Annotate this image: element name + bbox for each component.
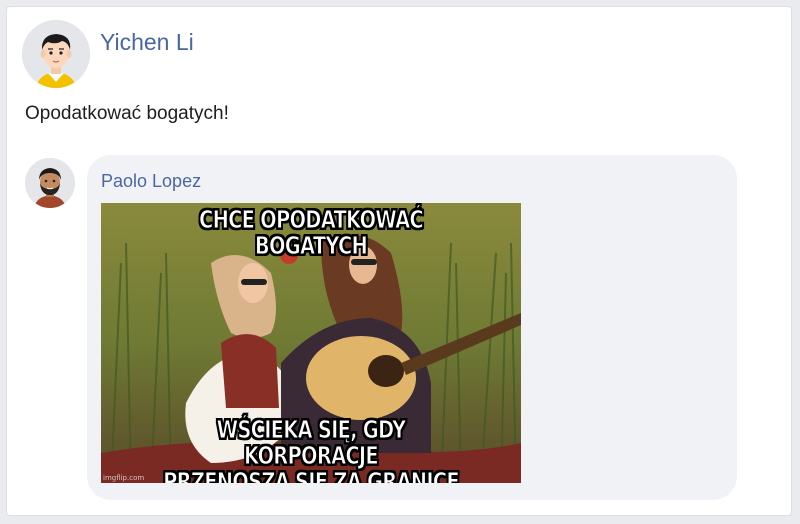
post-author-name[interactable]: Yichen Li [100, 29, 194, 56]
comment-bubble: Paolo Lopez CHCE OPODATKOWAĆ BOGATYCH WŚ… [87, 155, 737, 500]
meme-bottom-caption: WŚCIEKA SIĘ, GDY KORPORACJE PRZENOSZĄ SI… [147, 415, 475, 483]
meme-bottom-caption-line1: WŚCIEKA SIĘ, GDY KORPORACJE [216, 415, 406, 470]
post-text: Opodatkować bogatych! [25, 103, 229, 124]
meme-bottom-caption-line2: PRZENOSZĄ SIĘ ZA GRANICĘ [163, 467, 460, 483]
avatar-man-beard-icon [25, 158, 75, 208]
meme-watermark: imgflip.com [103, 474, 145, 482]
avatar-man-black-hair-icon [22, 20, 90, 88]
comment-author-name[interactable]: Paolo Lopez [101, 171, 201, 192]
post-card: Yichen Li Opodatkować bogatych! Paolo Lo… [6, 6, 792, 516]
meme-top-caption: CHCE OPODATKOWAĆ BOGATYCH [199, 205, 424, 260]
meme-image[interactable]: CHCE OPODATKOWAĆ BOGATYCH WŚCIEKA SIĘ, G… [101, 203, 521, 483]
comment-author-avatar[interactable] [25, 158, 75, 208]
post-author-avatar[interactable] [22, 20, 90, 88]
